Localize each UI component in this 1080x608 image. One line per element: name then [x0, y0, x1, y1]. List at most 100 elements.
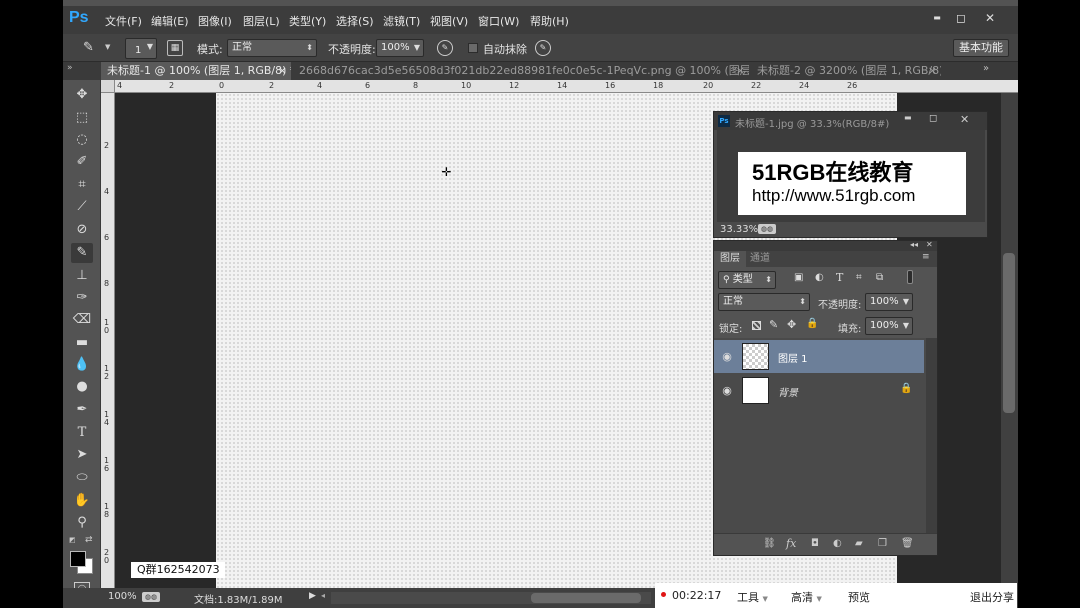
- tab-png-document[interactable]: 2668d676cac3d5e56508d3f021db22ed88981fe0…: [293, 62, 749, 80]
- pressure-opacity-icon[interactable]: ✎: [437, 40, 453, 56]
- preset-dropdown-icon[interactable]: ▼: [105, 43, 110, 51]
- pencil-tool-preset-icon[interactable]: ✎: [83, 40, 101, 56]
- filter-type-icon[interactable]: T: [836, 271, 843, 284]
- new-layer-icon[interactable]: ❐: [878, 538, 887, 549]
- fill-field[interactable]: 100% ▼: [865, 317, 913, 335]
- status-info-icon[interactable]: ◍◍: [142, 592, 160, 602]
- layer-row-layer-1[interactable]: ◉ 图层 1: [714, 340, 924, 373]
- pressure-size-icon[interactable]: ✎: [535, 40, 551, 56]
- horizontal-scrollbar[interactable]: [331, 592, 651, 604]
- link-layers-icon[interactable]: ⛓: [763, 538, 776, 549]
- clone-stamp-tool-icon[interactable]: ⊥: [71, 266, 93, 286]
- filter-shape-icon[interactable]: ⌗: [856, 272, 862, 283]
- collapse-panel-icon[interactable]: ◂◂: [910, 240, 918, 249]
- blend-mode-dropdown[interactable]: 正常 ⬍: [718, 293, 810, 311]
- panel-menu-icon[interactable]: ≡: [922, 252, 930, 262]
- swap-colors-icon[interactable]: ⇄: [85, 535, 93, 545]
- zoom-tool-icon[interactable]: ⚲: [71, 513, 93, 533]
- brush-panel-icon[interactable]: ▦: [167, 40, 183, 56]
- visibility-eye-icon[interactable]: ◉: [720, 350, 734, 363]
- menu-layer[interactable]: 图层(L): [243, 13, 280, 29]
- tab-layers[interactable]: 图层: [714, 251, 746, 267]
- tab-close-icon[interactable]: ×: [278, 62, 287, 80]
- move-tool-icon[interactable]: ✥: [71, 85, 93, 105]
- menu-view[interactable]: 视图(V): [430, 13, 468, 29]
- brush-size-dropdown[interactable]: 1 ▼: [125, 38, 157, 59]
- filter-toggle-icon[interactable]: [907, 270, 913, 284]
- restore-button[interactable]: ◻: [929, 113, 937, 124]
- type-tool-icon[interactable]: T: [71, 423, 93, 443]
- lock-position-icon[interactable]: ✥: [787, 318, 796, 331]
- delete-layer-icon[interactable]: 🗑: [901, 538, 914, 549]
- adjustment-layer-icon[interactable]: ◐: [833, 538, 842, 549]
- dodge-tool-icon[interactable]: ●: [71, 377, 93, 397]
- zoom-level[interactable]: 100%: [108, 591, 137, 602]
- minimize-button[interactable]: ▬: [925, 9, 949, 27]
- minimize-button[interactable]: ▬: [904, 113, 912, 122]
- vertical-scrollbar[interactable]: [1001, 93, 1018, 588]
- scrollbar-thumb[interactable]: [531, 593, 641, 603]
- close-button[interactable]: ✕: [978, 9, 1002, 27]
- collapse-panels-icon[interactable]: »: [67, 63, 73, 73]
- visibility-eye-icon[interactable]: ◉: [720, 384, 734, 397]
- add-mask-icon[interactable]: ◘: [811, 538, 819, 549]
- floating-window-titlebar[interactable]: Ps 未标题-1.jpg @ 33.3%(RGB/8#) ▬ ◻ ✕: [714, 112, 987, 130]
- exit-share-button[interactable]: 退出分享: [970, 589, 1014, 605]
- menu-help[interactable]: 帮助(H): [530, 13, 569, 29]
- filter-kind-dropdown[interactable]: ⚲ 类型 ⬍: [718, 271, 776, 289]
- default-colors-icon[interactable]: ◩: [69, 536, 79, 546]
- blur-tool-icon[interactable]: 💧: [71, 355, 93, 375]
- scrollbar-thumb[interactable]: [1003, 253, 1015, 413]
- ruler-corner[interactable]: [101, 80, 115, 93]
- menu-select[interactable]: 选择(S): [336, 13, 374, 29]
- layer-name[interactable]: 图层 1: [778, 350, 808, 365]
- eraser-tool-icon[interactable]: ⌫: [71, 310, 93, 330]
- lock-transparent-icon[interactable]: [752, 321, 761, 330]
- menu-file[interactable]: 文件(F): [105, 13, 142, 29]
- preview-button[interactable]: 预览: [848, 589, 870, 605]
- filter-smart-object-icon[interactable]: ⧉: [876, 272, 883, 283]
- healing-brush-tool-icon[interactable]: ⊘: [71, 220, 93, 240]
- layer-style-icon[interactable]: fx: [786, 537, 796, 550]
- tab-channels[interactable]: 通道: [750, 251, 776, 267]
- filter-adjustment-icon[interactable]: ◐: [815, 272, 824, 283]
- history-brush-tool-icon[interactable]: ✑: [71, 288, 93, 308]
- lock-all-icon[interactable]: 🔒: [806, 318, 818, 329]
- quality-menu[interactable]: 高清 ▼: [791, 589, 822, 605]
- tools-menu[interactable]: 工具 ▼: [737, 589, 768, 605]
- status-menu-arrow-icon[interactable]: ▶: [309, 591, 316, 601]
- menu-image[interactable]: 图像(I): [198, 13, 232, 29]
- foreground-color-swatch[interactable]: [70, 551, 86, 567]
- new-group-icon[interactable]: ▰: [855, 538, 863, 549]
- menu-edit[interactable]: 编辑(E): [151, 13, 189, 29]
- scroll-left-arrow-icon[interactable]: ◂: [321, 591, 325, 600]
- menu-type[interactable]: 类型(Y): [289, 13, 326, 29]
- mode-dropdown[interactable]: 正常 ⬍: [227, 39, 317, 57]
- layer-row-background[interactable]: ◉ 背景 🔒: [714, 374, 924, 407]
- restore-button[interactable]: ◻: [949, 9, 973, 27]
- quick-select-tool-icon[interactable]: ✐: [71, 152, 93, 172]
- path-selection-tool-icon[interactable]: ➤: [71, 445, 93, 465]
- lock-image-icon[interactable]: ✎: [769, 318, 778, 331]
- eyedropper-tool-icon[interactable]: ⟋: [71, 197, 93, 217]
- close-button[interactable]: ✕: [960, 113, 969, 126]
- opacity-field[interactable]: 100% ▼: [376, 39, 424, 57]
- pen-tool-icon[interactable]: ✒: [71, 400, 93, 420]
- filter-pixel-icon[interactable]: ▣: [794, 272, 803, 283]
- tab-untitled-1[interactable]: 未标题-1 @ 100% (图层 1, RGB/8) * ×: [101, 62, 291, 80]
- layer-opacity-field[interactable]: 100% ▼: [865, 293, 913, 311]
- auto-erase-checkbox[interactable]: [468, 43, 478, 53]
- tab-untitled-2[interactable]: 未标题-2 @ 3200% (图层 1, RGB/8) * ×: [751, 62, 941, 80]
- hand-tool-icon[interactable]: ✋: [71, 491, 93, 511]
- marquee-tool-icon[interactable]: ⬚: [71, 108, 93, 128]
- menu-window[interactable]: 窗口(W): [478, 13, 519, 29]
- workspace-button[interactable]: 基本功能: [953, 39, 1009, 57]
- shape-tool-icon[interactable]: ⬭: [71, 468, 93, 488]
- close-panel-icon[interactable]: ✕: [926, 240, 933, 249]
- lasso-tool-icon[interactable]: ◌: [71, 130, 93, 150]
- layer-list-scrollbar[interactable]: [926, 338, 937, 533]
- menu-filter[interactable]: 滤镜(T): [383, 13, 420, 29]
- floating-document-window[interactable]: Ps 未标题-1.jpg @ 33.3%(RGB/8#) ▬ ◻ ✕ 51RGB…: [713, 111, 988, 238]
- gradient-tool-icon[interactable]: ▬: [71, 333, 93, 353]
- pencil-tool-icon[interactable]: ✎: [71, 243, 93, 263]
